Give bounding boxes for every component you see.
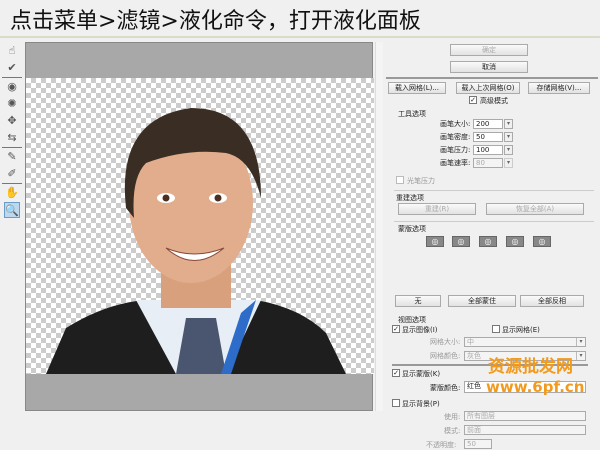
cancel-button[interactable]: 取消 [450,61,528,73]
transparency-grid [26,78,374,374]
mode-label: 模式: [444,427,461,435]
divider [2,183,22,184]
show-backdrop-checkbox[interactable] [392,399,400,407]
stylus-pressure-checkbox[interactable] [396,176,404,184]
show-mask-label: 显示蒙版(K) [402,370,441,378]
zoom-tool-icon[interactable]: 🔍 [4,202,20,218]
portrait-image [46,108,346,374]
thaw-mask-tool-icon[interactable]: ✐ [4,166,20,182]
opacity-label: 不透明度: [426,441,457,449]
view-options-heading: 视图选项 [398,316,426,324]
chevron-down-icon: ▾ [576,338,585,346]
chevron-down-icon[interactable]: ▾ [504,145,513,155]
chevron-down-icon[interactable]: ▾ [504,119,513,129]
ok-button[interactable]: 确定 [450,44,528,56]
chevron-down-icon[interactable]: ▾ [504,132,513,142]
divider [386,77,598,79]
chevron-down-icon[interactable]: ▾ [504,158,513,168]
add-to-selection-icon[interactable]: ◎ [452,236,470,247]
mask-options-heading: 蒙版选项 [398,225,426,233]
brush-rate-value: 80 [476,159,485,167]
restore-all-button[interactable]: 恢复全部(A) [486,203,584,215]
advanced-mode-checkbox[interactable]: ✓ [469,96,477,104]
mesh-color-value: 灰色 [467,352,481,360]
mask-color-value: 红色 [467,382,481,390]
reconstruct-tool-icon[interactable]: ✔ [4,60,20,76]
mode-select[interactable]: 前面 [464,425,586,435]
title-divider [0,36,600,38]
show-mesh-checkbox[interactable] [492,325,500,333]
advanced-mode-label: 高级模式 [480,97,508,105]
use-select[interactable]: 所有图层 [464,411,586,421]
divider [394,190,594,191]
mask-all-button[interactable]: 全部蒙住 [448,295,516,307]
page-title: 点击菜单>滤镜>液化命令，打开液化面板 [10,9,421,34]
reconstruct-button[interactable]: 重建(R) [398,203,476,215]
show-mesh-label: 显示网格(E) [502,326,540,334]
invert-selection-icon[interactable]: ◎ [533,236,551,247]
push-left-tool-icon[interactable]: ⇆ [4,130,20,146]
divider [2,147,22,148]
stylus-pressure-label: 光笔压力 [407,177,435,185]
show-mask-checkbox[interactable]: ✓ [392,369,400,377]
subtract-from-selection-icon[interactable]: ◎ [479,236,497,247]
bloat-tool-icon[interactable]: ✥ [4,113,20,129]
reconstruct-options-heading: 重建选项 [396,194,424,202]
watermark-url: www.6pf.cn [486,378,585,396]
mesh-color-label: 网格颜色: [430,352,461,360]
freeze-mask-tool-icon[interactable]: ✎ [4,149,20,165]
show-image-label: 显示图像(I) [402,326,438,334]
brush-rate-input[interactable]: 80 ▾ [473,158,513,168]
mask-none-button[interactable]: 无 [395,295,441,307]
invert-all-button[interactable]: 全部反相 [520,295,584,307]
mask-color-label: 蒙版颜色: [430,384,461,392]
mesh-size-label: 网格大小: [430,338,461,346]
preview-canvas[interactable] [25,42,374,411]
forward-warp-tool-icon[interactable]: ☝ [4,43,20,59]
brush-density-input[interactable]: 50 ▾ [473,132,513,142]
mesh-size-select[interactable]: 中 ▾ [464,337,586,347]
show-image-checkbox[interactable]: ✓ [392,325,400,333]
brush-rate-label: 画笔速率: [440,159,471,167]
divider [2,77,22,78]
use-label: 使用: [444,413,461,421]
pucker-tool-icon[interactable]: ✺ [4,96,20,112]
brush-pressure-label: 画笔压力: [440,146,471,154]
twirl-tool-icon[interactable]: ◉ [4,79,20,95]
toolbar: ☝ ✔ ◉ ✺ ✥ ⇆ ✎ ✐ ✋ 🔍 [2,42,22,219]
opacity-value: 50 [467,440,476,448]
intersect-selection-icon[interactable]: ◎ [506,236,524,247]
chevron-down-icon: ▾ [576,352,585,360]
load-last-mesh-button[interactable]: 载入上次网格(O) [456,82,520,94]
tool-options-heading: 工具选项 [398,110,426,118]
brush-pressure-value: 100 [476,146,490,154]
brush-size-label: 画笔大小: [440,120,471,128]
replace-selection-icon[interactable]: ◎ [426,236,444,247]
opacity-input[interactable]: 50 [464,439,492,449]
brush-pressure-input[interactable]: 100 ▾ [473,145,513,155]
brush-density-label: 画笔密度: [440,133,471,141]
brush-density-value: 50 [476,133,485,141]
load-mesh-button[interactable]: 载入网格(L)... [388,82,446,94]
brush-size-input[interactable]: 200 ▾ [473,119,513,129]
use-value: 所有图层 [467,412,495,420]
show-backdrop-label: 显示背景(P) [402,400,440,408]
vertical-scrollbar[interactable] [375,42,383,411]
save-mesh-button[interactable]: 存储网格(V)... [528,82,590,94]
divider [394,221,594,222]
mesh-size-value: 中 [467,338,474,346]
hand-tool-icon[interactable]: ✋ [4,185,20,201]
mode-value: 前面 [467,426,481,434]
watermark-text: 资源批发网 [488,357,573,377]
brush-size-value: 200 [476,120,490,128]
